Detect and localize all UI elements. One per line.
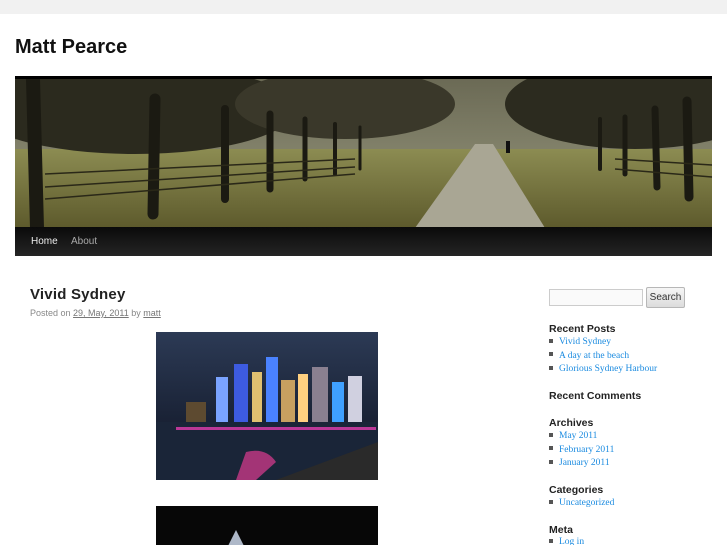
archives-list: May 2011 February 2011 January 2011 — [549, 430, 614, 471]
list-item: Uncategorized — [549, 497, 614, 511]
meta-list: Log in — [549, 536, 584, 545]
list-item: January 2011 — [549, 457, 614, 471]
page: Matt Pearce Home About Vivid Sydney Post… — [0, 14, 727, 545]
search-input[interactable] — [549, 289, 643, 306]
list-item: Log in — [549, 536, 584, 545]
bullet-icon — [549, 538, 553, 543]
archives-title: Archives — [549, 417, 594, 429]
list-item: Vivid Sydney — [549, 336, 657, 350]
bullet-icon — [549, 432, 553, 437]
category-link[interactable]: Uncategorized — [559, 498, 614, 508]
post-author-link[interactable]: matt — [143, 308, 161, 318]
bullet-icon — [549, 459, 553, 464]
list-item: Glorious Sydney Harbour — [549, 363, 657, 377]
post-image-second[interactable] — [156, 506, 378, 545]
recent-comments-title: Recent Comments — [549, 390, 642, 402]
search-button[interactable]: Search — [646, 287, 685, 308]
header-image — [15, 76, 712, 228]
login-link[interactable]: Log in — [559, 537, 584, 545]
archive-link[interactable]: January 2011 — [559, 458, 610, 468]
post-image-sydney-night[interactable] — [156, 332, 378, 480]
categories-list: Uncategorized — [549, 497, 614, 511]
list-item: February 2011 — [549, 444, 614, 458]
recent-post-link[interactable]: A day at the beach — [559, 351, 629, 361]
bullet-icon — [549, 365, 553, 370]
meta-title: Meta — [549, 524, 573, 536]
site-title[interactable]: Matt Pearce — [15, 36, 127, 59]
categories-title: Categories — [549, 484, 604, 496]
list-item: May 2011 — [549, 430, 614, 444]
nav-home-link[interactable]: Home — [31, 236, 58, 247]
bullet-icon — [549, 352, 553, 357]
main-navigation: Home About — [15, 227, 712, 256]
by-label: by — [131, 308, 141, 318]
nav-about-link[interactable]: About — [71, 236, 97, 247]
recent-post-link[interactable]: Vivid Sydney — [559, 337, 611, 347]
bullet-icon — [549, 499, 553, 504]
post-title[interactable]: Vivid Sydney — [30, 286, 126, 303]
recent-posts-title: Recent Posts — [549, 323, 616, 335]
bullet-icon — [549, 446, 553, 451]
post-date-link[interactable]: 29, May, 2011 — [73, 308, 129, 318]
archive-link[interactable]: February 2011 — [559, 445, 614, 455]
posted-on-label: Posted on — [30, 308, 71, 318]
recent-post-link[interactable]: Glorious Sydney Harbour — [559, 364, 657, 374]
archive-link[interactable]: May 2011 — [559, 431, 597, 441]
list-item: A day at the beach — [549, 350, 657, 364]
recent-posts-list: Vivid Sydney A day at the beach Glorious… — [549, 336, 657, 377]
post-meta: Posted on 29, May, 2011 by matt — [30, 308, 161, 318]
bullet-icon — [549, 338, 553, 343]
